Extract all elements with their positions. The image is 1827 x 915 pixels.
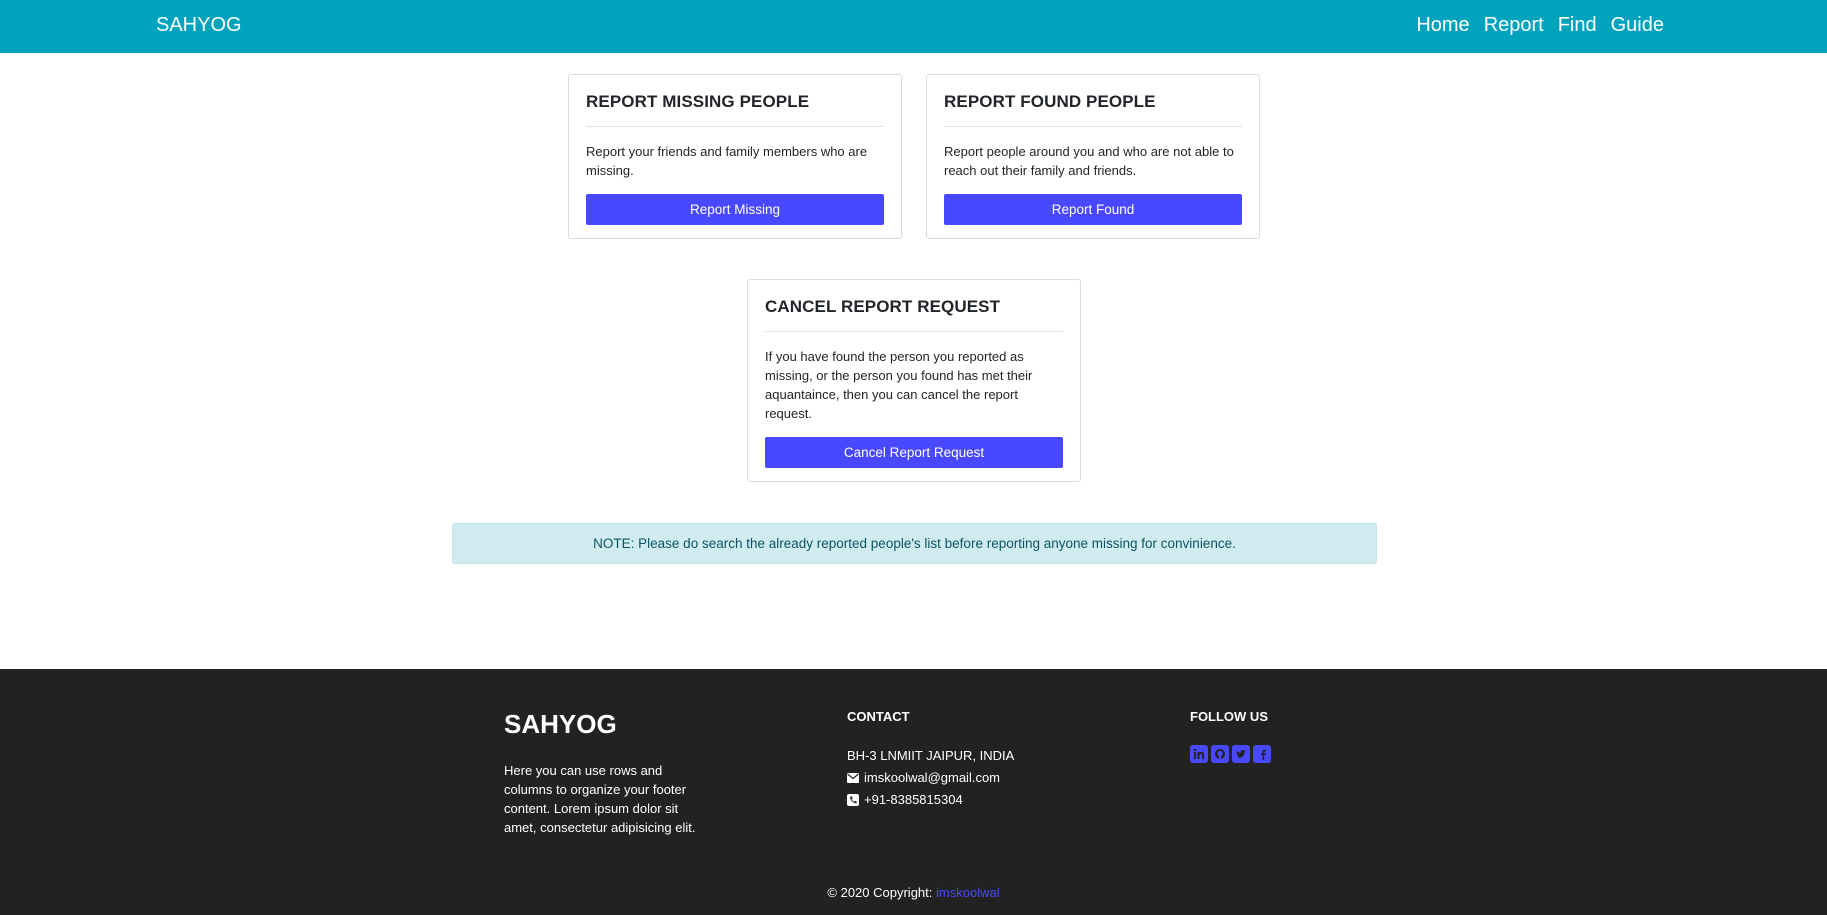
report-missing-button[interactable]: Report Missing	[586, 194, 884, 225]
card-title: REPORT FOUND PEOPLE	[944, 92, 1242, 127]
navbar-brand[interactable]: SAHYOG	[156, 14, 242, 37]
footer-brand: SAHYOG	[504, 709, 617, 739]
nav-link-guide[interactable]: Guide	[1611, 14, 1664, 37]
linkedin-icon[interactable]	[1190, 745, 1208, 763]
card-text: Report people around you and who are not…	[944, 144, 1234, 178]
card-title: REPORT MISSING PEOPLE	[586, 92, 884, 127]
navbar: SAHYOG Home Report Find Guide	[0, 0, 1827, 53]
contact-heading: CONTACT	[847, 709, 910, 724]
phone-row: +91-8385815304	[847, 789, 1014, 811]
contact-block: BH-3 LNMIIT JAIPUR, INDIA imskoolwal@gma…	[847, 745, 1014, 811]
copyright-link[interactable]: imskoolwal	[936, 885, 1000, 900]
card-text: If you have found the person you reporte…	[765, 349, 1033, 421]
nav-link-home[interactable]: Home	[1416, 14, 1469, 37]
social-links	[1190, 745, 1271, 763]
note-alert: NOTE: Please do search the already repor…	[452, 523, 1377, 564]
nav-link-find[interactable]: Find	[1558, 14, 1597, 37]
copyright: © 2020 Copyright: imskoolwal	[0, 885, 1827, 900]
card-title: CANCEL REPORT REQUEST	[765, 297, 1063, 332]
email-row: imskoolwal@gmail.com	[847, 767, 1014, 789]
twitter-icon[interactable]	[1232, 745, 1250, 763]
nav-links: Home Report Find Guide	[1416, 14, 1664, 37]
address-row: BH-3 LNMIIT JAIPUR, INDIA	[847, 745, 1014, 767]
facebook-icon[interactable]	[1253, 745, 1271, 763]
footer-description: Here you can use rows and columns to org…	[504, 763, 696, 835]
copyright-text: © 2020 Copyright:	[827, 885, 933, 900]
phone-text[interactable]: +91-8385815304	[864, 789, 963, 811]
card-text: Report your friends and family members w…	[586, 144, 868, 178]
address-text: BH-3 LNMIIT JAIPUR, INDIA	[847, 748, 1015, 763]
report-found-button[interactable]: Report Found	[944, 194, 1242, 225]
follow-heading: FOLLOW US	[1190, 709, 1268, 724]
report-found-card: REPORT FOUND PEOPLE Report people around…	[926, 74, 1260, 239]
report-missing-card: REPORT MISSING PEOPLE Report your friend…	[568, 74, 902, 239]
email-text[interactable]: imskoolwal@gmail.com	[864, 767, 1000, 789]
cancel-report-button[interactable]: Cancel Report Request	[765, 437, 1063, 468]
github-icon[interactable]	[1211, 745, 1229, 763]
phone-icon	[847, 794, 859, 806]
footer: SAHYOG Here you can use rows and columns…	[0, 669, 1827, 915]
envelope-icon	[847, 773, 859, 783]
cancel-report-card: CANCEL REPORT REQUEST If you have found …	[747, 279, 1081, 482]
nav-link-report[interactable]: Report	[1484, 14, 1544, 37]
